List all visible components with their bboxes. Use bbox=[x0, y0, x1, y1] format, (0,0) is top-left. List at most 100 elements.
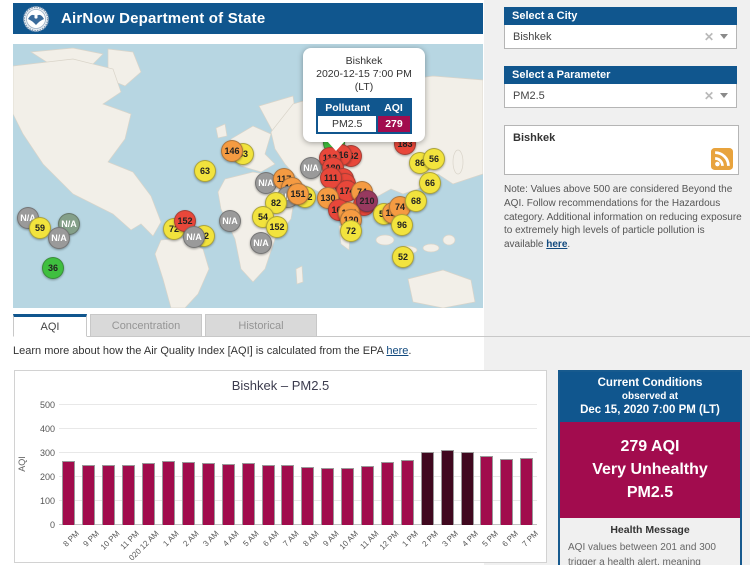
aqi-bar[interactable] bbox=[222, 464, 235, 525]
x-tick-label: 8 AM bbox=[298, 527, 318, 563]
y-tick-label: 200 bbox=[29, 472, 55, 482]
aqi-bar[interactable] bbox=[361, 466, 374, 525]
aqi-map-marker[interactable]: N/A bbox=[219, 210, 241, 232]
parameter-select-header: Select a Parameter bbox=[504, 66, 737, 84]
aqi-map-marker[interactable]: 63 bbox=[194, 160, 216, 182]
popup-tail bbox=[327, 141, 345, 151]
popup-pollutant-value: PM2.5 bbox=[317, 116, 377, 133]
aqi-map-marker[interactable]: 36 bbox=[42, 257, 64, 279]
note-here-link[interactable]: here bbox=[546, 239, 567, 250]
aqi-map-marker[interactable]: 72 bbox=[340, 220, 362, 242]
aqi-bar[interactable] bbox=[142, 463, 155, 525]
aqi-map-marker[interactable]: 152 bbox=[266, 216, 288, 238]
learn-more-here-link[interactable]: here bbox=[386, 345, 408, 357]
rss-feed-icon[interactable] bbox=[711, 148, 733, 170]
tab-aqi[interactable]: AQI bbox=[13, 314, 87, 337]
y-tick-label: 0 bbox=[29, 520, 55, 530]
y-tick-label: 300 bbox=[29, 448, 55, 458]
x-tick-label: 4 PM bbox=[457, 527, 477, 563]
aqi-bar[interactable] bbox=[421, 452, 434, 525]
city-select-value: Bishkek bbox=[505, 31, 698, 43]
learn-more-text: Learn more about how the Air Quality Ind… bbox=[13, 345, 411, 357]
aqi-bar[interactable] bbox=[102, 465, 115, 525]
city-select-header: Select a City bbox=[504, 7, 737, 25]
aqi-map-marker[interactable]: 96 bbox=[391, 214, 413, 236]
x-tick-label-text: 12 PM bbox=[377, 529, 400, 552]
y-tick-label: 100 bbox=[29, 496, 55, 506]
world-map[interactable]: N/A59N/AN/A3663531467215242N/AN/AN/A1171… bbox=[13, 44, 483, 308]
current-conditions-header: Current Conditions observed at Dec 15, 2… bbox=[560, 372, 740, 422]
aqi-bar[interactable] bbox=[82, 465, 95, 525]
current-aqi-pollutant: PM2.5 bbox=[564, 481, 736, 504]
aqi-map-marker[interactable]: 66 bbox=[419, 172, 441, 194]
x-tick-label: 3 AM bbox=[198, 527, 218, 563]
chart-plot-area: 0100200300400500 bbox=[59, 405, 537, 525]
note-suffix: . bbox=[567, 239, 570, 250]
aqi-bar[interactable] bbox=[281, 465, 294, 525]
x-tick-label: 2 AM bbox=[179, 527, 199, 563]
aqi-bar[interactable] bbox=[520, 458, 533, 525]
popup-city: Bishkek bbox=[307, 55, 421, 68]
aqi-bar[interactable] bbox=[441, 450, 454, 525]
current-conditions-observed: observed at bbox=[564, 391, 736, 402]
current-conditions-title: Current Conditions bbox=[564, 377, 736, 389]
aqi-bar[interactable] bbox=[480, 456, 493, 525]
tab-historical[interactable]: Historical bbox=[205, 314, 317, 337]
aqi-map-marker[interactable]: N/A bbox=[183, 226, 205, 248]
x-tick-label: 1 PM bbox=[398, 527, 418, 563]
x-tick-label: 3 PM bbox=[438, 527, 458, 563]
aqi-bar[interactable] bbox=[122, 465, 135, 525]
health-message-title: Health Message bbox=[568, 524, 732, 536]
aqi-bar[interactable] bbox=[321, 468, 334, 525]
current-conditions-panel: Current Conditions observed at Dec 15, 2… bbox=[558, 370, 742, 565]
x-tick-label: 020 12 AM bbox=[139, 527, 159, 563]
aqi-map-marker[interactable]: N/A bbox=[250, 232, 272, 254]
x-tick-label: 9 PM bbox=[79, 527, 99, 563]
health-message-text: AQI values between 201 and 300 trigger a… bbox=[568, 540, 732, 565]
aqi-bar[interactable] bbox=[262, 465, 275, 525]
airnow-page: AirNow Department of State bbox=[0, 0, 750, 565]
feed-city-title: Bishkek bbox=[505, 126, 738, 144]
current-aqi-block: 279 AQI Very Unhealthy PM2.5 bbox=[560, 422, 740, 518]
x-tick-label: 6 AM bbox=[258, 527, 278, 563]
aqi-map-marker[interactable]: N/A bbox=[48, 227, 70, 249]
health-message-block: Health Message AQI values between 201 an… bbox=[560, 518, 740, 565]
aqi-map-marker[interactable]: 52 bbox=[392, 246, 414, 268]
aqi-bar[interactable] bbox=[500, 459, 513, 525]
x-tick-label: 6 PM bbox=[497, 527, 517, 563]
aqi-map-marker[interactable]: 146 bbox=[221, 140, 243, 162]
aqi-bar[interactable] bbox=[162, 461, 175, 525]
aqi-bar[interactable] bbox=[242, 463, 255, 525]
chart-x-axis-labels: 8 PM9 PM10 PM11 PM020 12 AM1 AM2 AM3 AM4… bbox=[59, 527, 537, 563]
tab-concentration[interactable]: Concentration bbox=[90, 314, 202, 337]
city-caret-icon[interactable] bbox=[720, 34, 728, 39]
aqi-map-marker[interactable]: 56 bbox=[423, 148, 445, 170]
aqi-bar[interactable] bbox=[401, 460, 414, 525]
city-select[interactable]: Bishkek ✕ bbox=[504, 25, 737, 49]
aqi-bar[interactable] bbox=[62, 461, 75, 525]
aqi-bar[interactable] bbox=[341, 468, 354, 525]
city-clear-icon[interactable]: ✕ bbox=[698, 30, 720, 44]
aqi-bar[interactable] bbox=[182, 462, 195, 525]
aqi-map-marker[interactable]: 151 bbox=[287, 183, 309, 205]
x-tick-label-text: 7 PM bbox=[520, 529, 540, 549]
page-title: AirNow Department of State bbox=[61, 10, 265, 27]
parameter-select[interactable]: PM2.5 ✕ bbox=[504, 84, 737, 108]
parameter-caret-icon[interactable] bbox=[720, 93, 728, 98]
aqi-bar[interactable] bbox=[461, 452, 474, 525]
aqi-map-marker[interactable]: 68 bbox=[405, 190, 427, 212]
parameter-clear-icon[interactable]: ✕ bbox=[698, 89, 720, 103]
learn-more-suffix: . bbox=[408, 345, 411, 357]
x-tick-label: 10 PM bbox=[99, 527, 119, 563]
app-header: AirNow Department of State bbox=[13, 3, 483, 34]
popup-table: Pollutant AQI PM2.5 279 bbox=[316, 98, 412, 134]
current-aqi-category: Very Unhealthy bbox=[564, 458, 736, 481]
x-tick-label: 11 AM bbox=[358, 527, 378, 563]
x-tick-label: 5 PM bbox=[477, 527, 497, 563]
aqi-bar[interactable] bbox=[202, 463, 215, 525]
tab-bar: AQI Concentration Historical bbox=[13, 314, 317, 337]
aqi-bar[interactable] bbox=[381, 462, 394, 525]
popup-datetime: 2020-12-15 7:00 PM bbox=[307, 68, 421, 81]
y-tick-label: 500 bbox=[29, 400, 55, 410]
aqi-bar[interactable] bbox=[301, 467, 314, 525]
